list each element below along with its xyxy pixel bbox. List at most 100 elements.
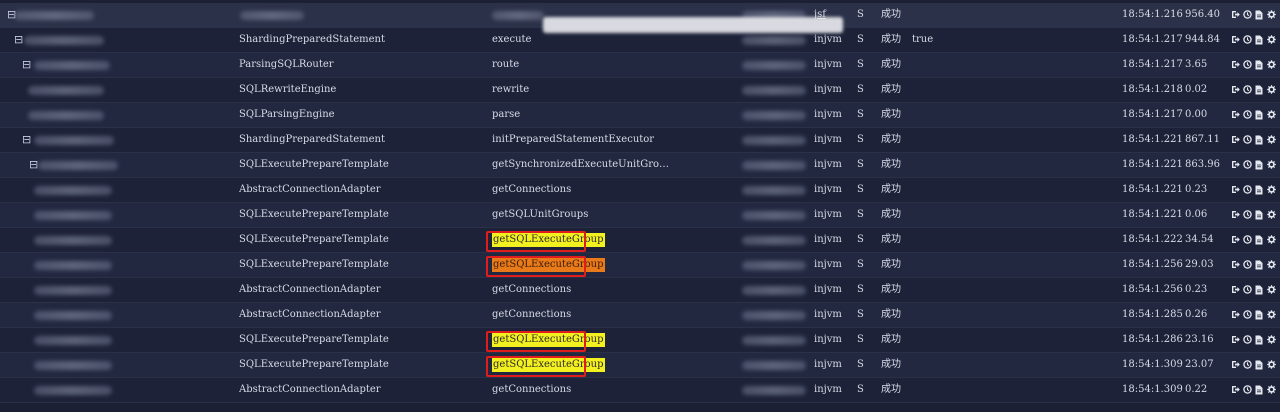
clock-icon[interactable] bbox=[1243, 85, 1252, 95]
export-icon[interactable] bbox=[1231, 60, 1240, 70]
table-row[interactable]: ⊟ SQLExecutePrepareTemplate getSynchronize… bbox=[0, 153, 1280, 178]
clock-icon[interactable] bbox=[1243, 185, 1252, 195]
class-name: SQLExecutePrepareTemplate bbox=[239, 359, 389, 370]
document-icon[interactable] bbox=[1255, 110, 1264, 120]
export-icon[interactable] bbox=[1231, 335, 1240, 345]
table-row[interactable]: SQLParsingEngine parse injvm S 成功 18:54:1.217… bbox=[0, 103, 1280, 128]
redacted-app-name bbox=[28, 111, 104, 120]
table-row[interactable]: SQLExecutePrepareTemplate getSQLExecuteGr… bbox=[0, 328, 1280, 353]
clock-icon[interactable] bbox=[1243, 110, 1252, 120]
clock-icon[interactable] bbox=[1243, 160, 1252, 170]
document-icon[interactable] bbox=[1255, 310, 1264, 320]
document-icon[interactable] bbox=[1255, 85, 1264, 95]
table-row[interactable]: SQLExecutePrepareTemplate getSQLExecuteGr… bbox=[0, 353, 1280, 378]
document-icon[interactable] bbox=[1255, 360, 1264, 370]
status-text: 成功 bbox=[881, 259, 901, 270]
document-icon[interactable] bbox=[1255, 135, 1264, 145]
expand-toggle-icon[interactable]: ⊟ bbox=[22, 53, 31, 77]
clock-icon[interactable] bbox=[1243, 360, 1252, 370]
export-icon[interactable] bbox=[1231, 260, 1240, 270]
redacted-app-name bbox=[34, 61, 110, 70]
document-icon[interactable] bbox=[1255, 385, 1264, 395]
table-row[interactable]: SQLRewriteEngine rewrite injvm S 成功 18:54:1.2… bbox=[0, 78, 1280, 103]
return-value bbox=[912, 303, 952, 327]
export-icon[interactable] bbox=[1231, 235, 1240, 245]
table-row[interactable]: AbstractConnectionAdapter getConnections i… bbox=[0, 378, 1280, 403]
document-icon[interactable] bbox=[1255, 335, 1264, 345]
document-icon[interactable] bbox=[1255, 10, 1264, 20]
sync-flag: S bbox=[857, 384, 864, 395]
export-icon[interactable] bbox=[1231, 85, 1240, 95]
document-icon[interactable] bbox=[1255, 35, 1264, 45]
gear-icon[interactable] bbox=[1267, 335, 1276, 345]
clock-icon[interactable] bbox=[1243, 60, 1252, 70]
status-text: 成功 bbox=[881, 209, 901, 220]
document-icon[interactable] bbox=[1255, 185, 1264, 195]
gear-icon[interactable] bbox=[1267, 385, 1276, 395]
export-icon[interactable] bbox=[1231, 35, 1240, 45]
redacted-host bbox=[742, 286, 806, 295]
expand-toggle-icon[interactable]: ⊟ bbox=[14, 28, 23, 52]
row-actions bbox=[1231, 53, 1280, 77]
gear-icon[interactable] bbox=[1267, 135, 1276, 145]
expand-toggle-icon[interactable]: ⊟ bbox=[22, 128, 31, 152]
gear-icon[interactable] bbox=[1267, 235, 1276, 245]
gear-icon[interactable] bbox=[1267, 310, 1276, 320]
redacted-host bbox=[742, 111, 806, 120]
export-icon[interactable] bbox=[1231, 385, 1240, 395]
return-value bbox=[912, 378, 952, 402]
clock-icon[interactable] bbox=[1243, 310, 1252, 320]
clock-icon[interactable] bbox=[1243, 10, 1252, 20]
gear-icon[interactable] bbox=[1267, 210, 1276, 220]
table-row[interactable]: SQLExecutePrepareTemplate getSQLExecuteGr… bbox=[0, 228, 1280, 253]
expand-toggle-icon[interactable]: ⊟ bbox=[29, 153, 38, 177]
clock-icon[interactable] bbox=[1243, 35, 1252, 45]
class-name: SQLExecutePrepareTemplate bbox=[239, 334, 389, 345]
row-actions bbox=[1231, 128, 1280, 152]
gear-icon[interactable] bbox=[1267, 260, 1276, 270]
table-row[interactable]: SQLExecutePrepareTemplate getSQLUnitGroup… bbox=[0, 203, 1280, 228]
export-icon[interactable] bbox=[1231, 135, 1240, 145]
gear-icon[interactable] bbox=[1267, 10, 1276, 20]
gear-icon[interactable] bbox=[1267, 35, 1276, 45]
table-row[interactable]: ⊟ ShardingPreparedStatement initPreparedSt… bbox=[0, 128, 1280, 153]
clock-icon[interactable] bbox=[1243, 235, 1252, 245]
clock-icon[interactable] bbox=[1243, 335, 1252, 345]
gear-icon[interactable] bbox=[1267, 360, 1276, 370]
class-name bbox=[239, 3, 479, 27]
method-name: parse bbox=[492, 109, 521, 120]
export-icon[interactable] bbox=[1231, 185, 1240, 195]
document-icon[interactable] bbox=[1255, 60, 1264, 70]
clock-icon[interactable] bbox=[1243, 135, 1252, 145]
clock-icon[interactable] bbox=[1243, 385, 1252, 395]
gear-icon[interactable] bbox=[1267, 60, 1276, 70]
export-icon[interactable] bbox=[1231, 360, 1240, 370]
method-name: getSQLExecuteGroup bbox=[492, 353, 742, 377]
export-icon[interactable] bbox=[1231, 285, 1240, 295]
clock-icon[interactable] bbox=[1243, 260, 1252, 270]
table-row[interactable]: AbstractConnectionAdapter getConnections i… bbox=[0, 278, 1280, 303]
export-icon[interactable] bbox=[1231, 310, 1240, 320]
export-icon[interactable] bbox=[1231, 110, 1240, 120]
gear-icon[interactable] bbox=[1267, 110, 1276, 120]
gear-icon[interactable] bbox=[1267, 85, 1276, 95]
table-row[interactable]: ⊟ ParsingSQLRouter route injvm S 成功 18:54:1.21… bbox=[0, 53, 1280, 78]
gear-icon[interactable] bbox=[1267, 285, 1276, 295]
export-icon[interactable] bbox=[1231, 160, 1240, 170]
export-icon[interactable] bbox=[1231, 210, 1240, 220]
redacted-host bbox=[742, 136, 806, 145]
export-icon[interactable] bbox=[1231, 10, 1240, 20]
table-row[interactable]: AbstractConnectionAdapter getConnections i… bbox=[0, 303, 1280, 328]
document-icon[interactable] bbox=[1255, 260, 1264, 270]
clock-icon[interactable] bbox=[1243, 285, 1252, 295]
document-icon[interactable] bbox=[1255, 285, 1264, 295]
gear-icon[interactable] bbox=[1267, 160, 1276, 170]
document-icon[interactable] bbox=[1255, 160, 1264, 170]
document-icon[interactable] bbox=[1255, 235, 1264, 245]
duration-ms: 23.07 bbox=[1185, 359, 1214, 370]
gear-icon[interactable] bbox=[1267, 185, 1276, 195]
clock-icon[interactable] bbox=[1243, 210, 1252, 220]
table-row[interactable]: AbstractConnectionAdapter getConnections i… bbox=[0, 178, 1280, 203]
table-row[interactable]: SQLExecutePrepareTemplate getSQLExecuteGr… bbox=[0, 253, 1280, 278]
document-icon[interactable] bbox=[1255, 210, 1264, 220]
